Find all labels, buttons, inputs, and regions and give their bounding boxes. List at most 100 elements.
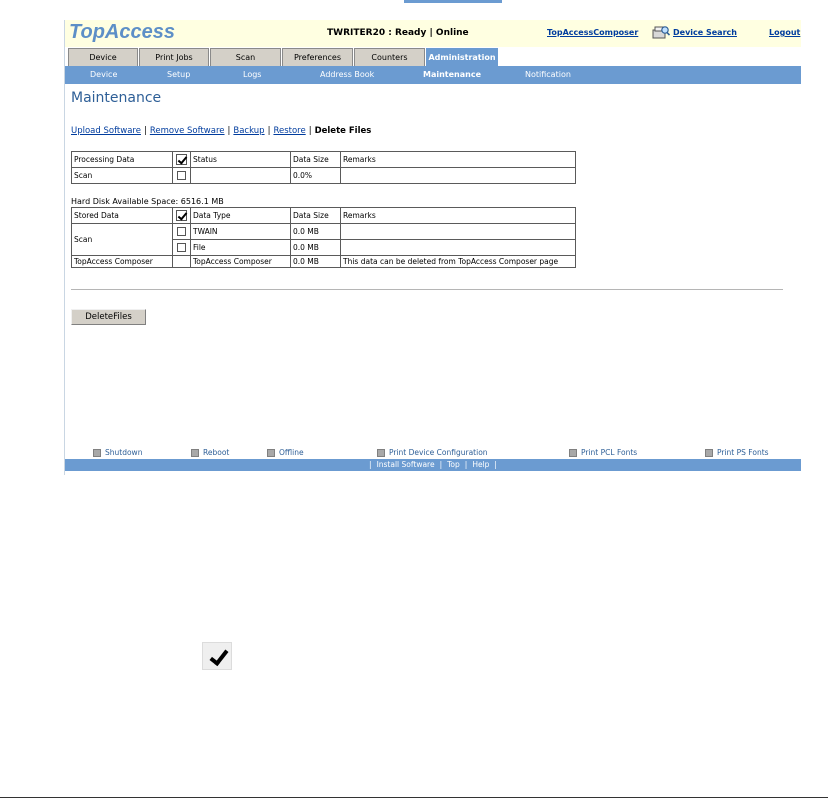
print-ps-fonts-button[interactable]: Print PS Fonts	[705, 448, 769, 457]
tab-scan[interactable]: Scan	[210, 48, 281, 66]
print-configuration-label: Print Device Configuration	[389, 448, 488, 457]
offline-icon	[267, 449, 275, 457]
help-link[interactable]: Help	[472, 460, 489, 469]
subnav-logs[interactable]: Logs	[243, 70, 261, 79]
table-header-row: Stored Data Data Type Data Size Remarks	[71, 207, 576, 224]
table-cell: TopAccess Composer	[71, 255, 173, 268]
select-all-processing-checkbox[interactable]	[172, 151, 191, 168]
table-cell: File	[190, 239, 291, 256]
restore-link[interactable]: Restore	[273, 126, 305, 136]
footer: Shutdown Reboot Offline Print Device Con…	[65, 448, 801, 475]
reboot-button[interactable]: Reboot	[191, 448, 229, 457]
top-link[interactable]: Top	[447, 460, 460, 469]
offline-button[interactable]: Offline	[267, 448, 304, 457]
device-status: TWRITER20 : Ready | Online	[327, 28, 469, 38]
stored-data-table: Stored Data Data Type Data Size Remarks …	[71, 207, 576, 268]
link-separator: |	[227, 126, 231, 136]
sub-navigation: Device Setup Logs Address Book Maintenan…	[65, 66, 801, 84]
table-cell: 0.0 MB	[290, 223, 341, 240]
table-cell: 0.0 MB	[290, 239, 341, 256]
device-search-link[interactable]: Device Search	[673, 28, 737, 37]
file-checkbox[interactable]	[172, 239, 191, 256]
table-cell: TopAccess Composer	[190, 255, 291, 268]
divider	[71, 289, 783, 290]
table-cell: Scan	[71, 167, 173, 184]
topaccess-logo: TopAccess	[69, 21, 175, 43]
table-header-row: Processing Data Status Data Size Remarks	[71, 151, 576, 168]
tab-counters[interactable]: Counters	[354, 48, 425, 66]
main-tabs: Device Print Jobs Scan Preferences Count…	[65, 47, 801, 66]
install-software-link[interactable]: Install Software	[377, 460, 435, 469]
checkmark-icon	[202, 642, 232, 670]
table-cell	[340, 167, 576, 184]
subnav-maintenance[interactable]: Maintenance	[423, 70, 481, 79]
print-pcl-label: Print PCL Fonts	[581, 448, 638, 457]
table-cell: This data can be deleted from TopAccess …	[340, 255, 576, 268]
header: TopAccess TWRITER20 : Ready | Online Top…	[65, 20, 801, 47]
subnav-device[interactable]: Device	[90, 70, 117, 79]
footer-link-bar: | Install Software | Top | Help |	[65, 459, 801, 471]
print-ps-icon	[705, 449, 713, 457]
print-pcl-fonts-button[interactable]: Print PCL Fonts	[569, 448, 637, 457]
footer-separator: |	[439, 460, 443, 469]
top-highlight-bar	[404, 0, 502, 3]
footer-separator: |	[464, 460, 468, 469]
footer-separator: |	[369, 460, 372, 469]
print-device-configuration-button[interactable]: Print Device Configuration	[377, 448, 488, 457]
print-pcl-icon	[569, 449, 577, 457]
header-cell: Data Size	[290, 207, 341, 224]
table-row: Scan 0.0%	[71, 167, 576, 184]
subnav-setup[interactable]: Setup	[167, 70, 190, 79]
topaccess-composer-link[interactable]: TopAccessComposer	[547, 28, 638, 37]
reboot-icon	[191, 449, 199, 457]
link-separator: |	[308, 126, 312, 136]
header-cell: Remarks	[340, 151, 576, 168]
device-search-icon[interactable]	[652, 24, 670, 40]
remove-software-link[interactable]: Remove Software	[150, 126, 225, 136]
delete-files-current: Delete Files	[314, 126, 372, 136]
footer-separator: |	[494, 460, 497, 469]
table-cell	[340, 239, 576, 256]
subnav-address-book[interactable]: Address Book	[320, 70, 374, 79]
subnav-notification[interactable]: Notification	[525, 70, 571, 79]
table-row: Scan TWAIN 0.0 MB	[71, 223, 576, 256]
shutdown-icon	[93, 449, 101, 457]
table-cell: 0.0 MB	[290, 255, 341, 268]
table-cell: TWAIN	[190, 223, 291, 240]
print-ps-label: Print PS Fonts	[717, 448, 769, 457]
tab-print-jobs[interactable]: Print Jobs	[139, 48, 209, 66]
link-separator: |	[143, 126, 147, 136]
print-configuration-icon	[377, 449, 385, 457]
twain-checkbox[interactable]	[172, 223, 191, 240]
header-cell: Remarks	[340, 207, 576, 224]
logout-link[interactable]: Logout	[769, 28, 800, 37]
table-cell	[340, 223, 576, 240]
topaccess-window: TopAccess TWRITER20 : Ready | Online Top…	[64, 20, 801, 475]
maintenance-link-bar: Upload Software | Remove Software | Backup | R…	[71, 126, 371, 136]
shutdown-label: Shutdown	[105, 448, 143, 457]
reboot-label: Reboot	[203, 448, 230, 457]
table-row: TopAccess Composer TopAccess Composer 0.…	[71, 255, 576, 268]
header-cell: Status	[190, 151, 291, 168]
offline-label: Offline	[279, 448, 304, 457]
page-title: Maintenance	[71, 90, 162, 106]
delete-files-button[interactable]: DeleteFiles	[71, 309, 146, 325]
table-cell: 0.0%	[290, 167, 341, 184]
tab-device[interactable]: Device	[68, 48, 138, 66]
table-cell	[172, 255, 191, 268]
backup-link[interactable]: Backup	[233, 126, 264, 136]
select-all-stored-checkbox[interactable]	[172, 207, 191, 224]
link-separator: |	[267, 126, 271, 136]
bottom-rule	[0, 797, 828, 798]
tab-preferences[interactable]: Preferences	[282, 48, 353, 66]
upload-software-link[interactable]: Upload Software	[71, 126, 141, 136]
header-cell: Stored Data	[71, 207, 173, 224]
shutdown-button[interactable]: Shutdown	[93, 448, 142, 457]
scan-processing-checkbox[interactable]	[172, 167, 191, 184]
header-cell: Data Size	[290, 151, 341, 168]
header-cell: Processing Data	[71, 151, 173, 168]
table-cell	[190, 167, 291, 184]
disk-space-label: Hard Disk Available Space: 6516.1 MB	[71, 197, 224, 206]
tab-administration[interactable]: Administration	[426, 48, 498, 66]
processing-data-table: Processing Data Status Data Size Remarks…	[71, 151, 576, 184]
